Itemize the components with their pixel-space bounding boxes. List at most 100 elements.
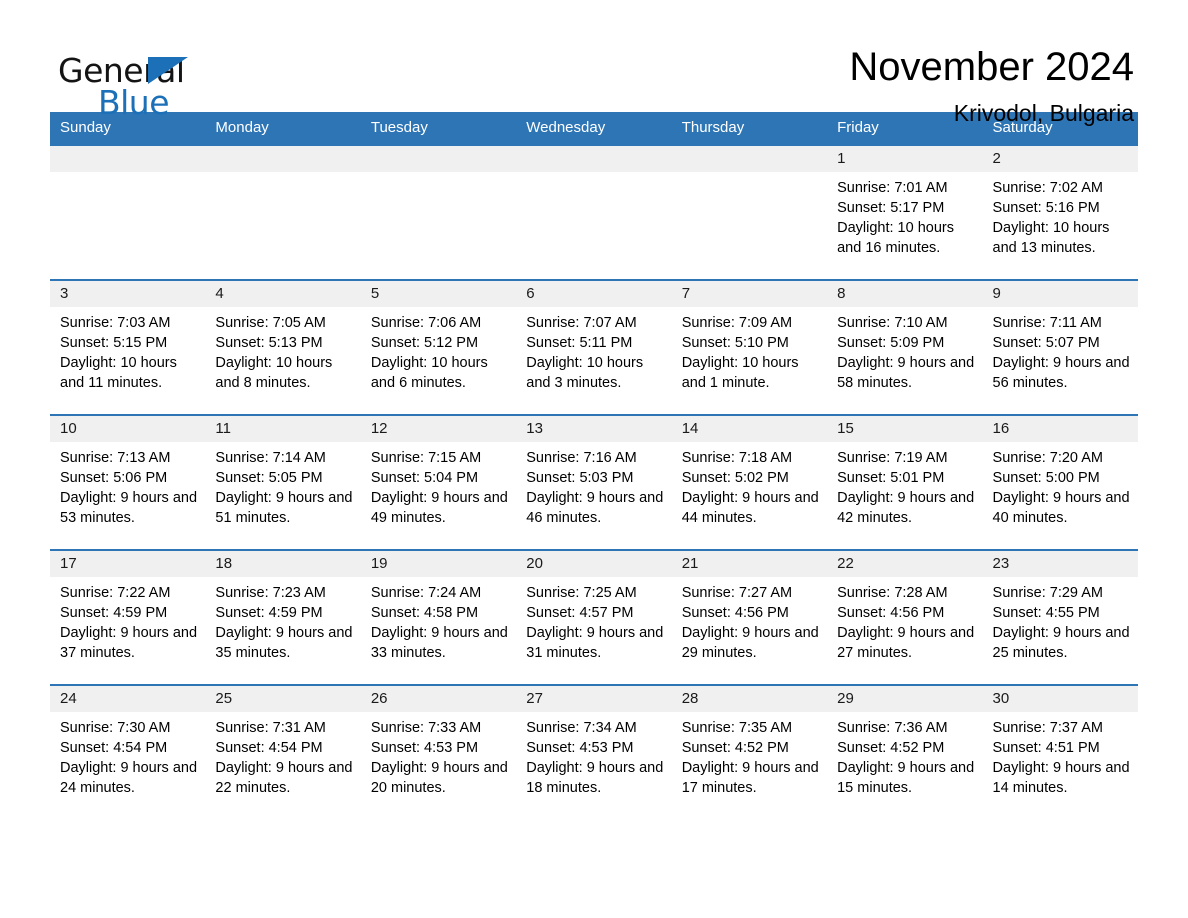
daylight-text: Daylight: 9 hours and 56 minutes. xyxy=(992,355,1130,391)
day-number: 21 xyxy=(671,551,828,577)
day-number: 14 xyxy=(671,416,828,442)
sunrise-text: Sunrise: 7:01 AM xyxy=(837,180,948,196)
daylight-text: Daylight: 9 hours and 15 minutes. xyxy=(837,760,975,796)
sunset-text: Sunset: 5:13 PM xyxy=(215,335,323,351)
sunset-text: Sunset: 5:10 PM xyxy=(681,335,789,351)
day-number xyxy=(205,146,361,172)
sunrise-text: Sunrise: 7:24 AM xyxy=(370,585,482,601)
day-details: Sunrise: 7:18 AM Sunset: 5:02 PM Daylight:… xyxy=(672,442,827,528)
day-number: 5 xyxy=(360,281,517,307)
calendar-day-cell[interactable]: 16 Sunrise: 7:20 AM Sunset: 5:00 PM Dayligh… xyxy=(982,414,1138,550)
daylight-text: Daylight: 10 hours and 13 minutes. xyxy=(992,220,1110,256)
sunrise-text: Sunrise: 7:07 AM xyxy=(526,315,637,331)
calendar-week-row: 3 Sunrise: 7:03 AM Sunset: 5:15 PM Daylight… xyxy=(50,279,1138,415)
day-details: Sunrise: 7:06 AM Sunset: 5:12 PM Daylight:… xyxy=(361,307,516,393)
day-number: 23 xyxy=(982,551,1138,577)
daylight-text: Daylight: 9 hours and 27 minutes. xyxy=(837,625,975,661)
calendar-day-cell[interactable]: 9 Sunrise: 7:11 AM Sunset: 5:07 PM Daylight… xyxy=(982,279,1138,415)
calendar-day-cell[interactable]: 5 Sunrise: 7:06 AM Sunset: 5:12 PM Daylight… xyxy=(360,279,517,415)
daylight-text: Daylight: 9 hours and 33 minutes. xyxy=(370,625,508,661)
calendar-day-cell[interactable]: 25 Sunrise: 7:31 AM Sunset: 4:54 PM Dayligh… xyxy=(205,684,361,819)
daylight-text: Daylight: 10 hours and 11 minutes. xyxy=(60,355,177,391)
sunrise-text: Sunrise: 7:36 AM xyxy=(837,720,948,736)
day-details: Sunrise: 7:13 AM Sunset: 5:06 PM Daylight:… xyxy=(50,442,205,528)
calendar-day-cell[interactable]: 28 Sunrise: 7:35 AM Sunset: 4:52 PM Dayligh… xyxy=(671,684,828,819)
sunset-text: Sunset: 5:09 PM xyxy=(837,335,945,351)
calendar-day-cell[interactable]: 15 Sunrise: 7:19 AM Sunset: 5:01 PM Dayligh… xyxy=(827,414,983,550)
daylight-text: Daylight: 9 hours and 58 minutes. xyxy=(837,355,975,391)
day-cell-content: 21 Sunrise: 7:27 AM Sunset: 4:56 PM Dayligh… xyxy=(671,551,828,684)
day-number: 9 xyxy=(982,281,1138,307)
calendar-day-cell[interactable]: 24 Sunrise: 7:30 AM Sunset: 4:54 PM Dayligh… xyxy=(50,684,206,819)
sunset-text: Sunset: 4:57 PM xyxy=(526,605,634,621)
calendar-day-cell[interactable]: 1 Sunrise: 7:01 AM Sunset: 5:17 PM Daylight… xyxy=(827,144,983,280)
calendar-day-cell[interactable] xyxy=(516,144,672,280)
calendar-day-cell[interactable]: 29 Sunrise: 7:36 AM Sunset: 4:52 PM Dayligh… xyxy=(827,684,983,819)
day-cell-content: 15 Sunrise: 7:19 AM Sunset: 5:01 PM Dayligh… xyxy=(827,416,983,549)
sunrise-text: Sunrise: 7:10 AM xyxy=(837,315,948,331)
calendar-day-cell[interactable]: 2 Sunrise: 7:02 AM Sunset: 5:16 PM Daylight… xyxy=(982,144,1138,280)
calendar-day-cell[interactable]: 6 Sunrise: 7:07 AM Sunset: 5:11 PM Daylight… xyxy=(516,279,672,415)
day-details: Sunrise: 7:37 AM Sunset: 4:51 PM Daylight:… xyxy=(983,712,1138,798)
calendar-day-cell[interactable]: 20 Sunrise: 7:25 AM Sunset: 4:57 PM Dayligh… xyxy=(516,549,672,685)
calendar-day-cell[interactable]: 10 Sunrise: 7:13 AM Sunset: 5:06 PM Dayligh… xyxy=(50,414,206,550)
day-details: Sunrise: 7:10 AM Sunset: 5:09 PM Daylight:… xyxy=(827,307,982,393)
weekday-header-thursday: Thursday xyxy=(671,112,828,145)
calendar-day-cell[interactable]: 22 Sunrise: 7:28 AM Sunset: 4:56 PM Dayligh… xyxy=(827,549,983,685)
calendar-day-cell[interactable]: 21 Sunrise: 7:27 AM Sunset: 4:56 PM Dayligh… xyxy=(671,549,828,685)
day-details: Sunrise: 7:20 AM Sunset: 5:00 PM Daylight:… xyxy=(983,442,1138,528)
calendar-day-cell[interactable]: 12 Sunrise: 7:15 AM Sunset: 5:04 PM Dayligh… xyxy=(360,414,517,550)
calendar-day-cell[interactable] xyxy=(50,144,206,280)
day-number: 18 xyxy=(205,551,361,577)
daylight-text: Daylight: 10 hours and 1 minute. xyxy=(681,355,799,391)
day-number xyxy=(360,146,517,172)
daylight-text: Daylight: 9 hours and 37 minutes. xyxy=(60,625,198,661)
sunrise-text: Sunrise: 7:23 AM xyxy=(215,585,326,601)
sunset-text: Sunset: 4:53 PM xyxy=(370,740,479,756)
day-cell-content: 8 Sunrise: 7:10 AM Sunset: 5:09 PM Daylight… xyxy=(827,281,983,414)
sunset-text: Sunset: 5:02 PM xyxy=(681,470,789,486)
calendar-day-cell[interactable]: 11 Sunrise: 7:14 AM Sunset: 5:05 PM Dayligh… xyxy=(205,414,361,550)
day-number: 3 xyxy=(50,281,206,307)
day-details: Sunrise: 7:28 AM Sunset: 4:56 PM Daylight:… xyxy=(827,577,982,663)
sunset-text: Sunset: 4:53 PM xyxy=(526,740,634,756)
sunset-text: Sunset: 5:05 PM xyxy=(215,470,323,486)
calendar-day-cell[interactable]: 30 Sunrise: 7:37 AM Sunset: 4:51 PM Dayligh… xyxy=(982,684,1138,819)
sunrise-text: Sunrise: 7:11 AM xyxy=(992,315,1102,331)
calendar-day-cell[interactable]: 23 Sunrise: 7:29 AM Sunset: 4:55 PM Dayligh… xyxy=(982,549,1138,685)
calendar-day-cell[interactable]: 27 Sunrise: 7:34 AM Sunset: 4:53 PM Dayligh… xyxy=(516,684,672,819)
calendar-day-cell[interactable]: 19 Sunrise: 7:24 AM Sunset: 4:58 PM Dayligh… xyxy=(360,549,517,685)
daylight-text: Daylight: 10 hours and 6 minutes. xyxy=(370,355,488,391)
day-cell-content: 10 Sunrise: 7:13 AM Sunset: 5:06 PM Dayligh… xyxy=(50,416,206,549)
calendar-day-cell[interactable] xyxy=(205,144,361,280)
sunset-text: Sunset: 5:11 PM xyxy=(526,335,633,351)
calendar-day-cell[interactable]: 3 Sunrise: 7:03 AM Sunset: 5:15 PM Daylight… xyxy=(50,279,206,415)
day-details: Sunrise: 7:33 AM Sunset: 4:53 PM Daylight:… xyxy=(361,712,516,798)
calendar-day-cell[interactable]: 18 Sunrise: 7:23 AM Sunset: 4:59 PM Dayligh… xyxy=(205,549,361,685)
sunrise-text: Sunrise: 7:14 AM xyxy=(215,450,326,466)
sunrise-text: Sunrise: 7:09 AM xyxy=(681,315,793,331)
daylight-text: Daylight: 9 hours and 25 minutes. xyxy=(992,625,1130,661)
calendar-day-cell[interactable]: 4 Sunrise: 7:05 AM Sunset: 5:13 PM Daylight… xyxy=(205,279,361,415)
day-cell-content xyxy=(671,146,828,279)
calendar-day-cell[interactable]: 17 Sunrise: 7:22 AM Sunset: 4:59 PM Dayligh… xyxy=(50,549,206,685)
daylight-text: Daylight: 9 hours and 42 minutes. xyxy=(837,490,975,526)
day-number: 27 xyxy=(516,686,672,712)
calendar-day-cell[interactable]: 7 Sunrise: 7:09 AM Sunset: 5:10 PM Daylight… xyxy=(671,279,828,415)
page-header: General Blue November 2024 Krivodol, Bul… xyxy=(50,0,1138,126)
day-number: 1 xyxy=(827,146,983,172)
day-details: Sunrise: 7:34 AM Sunset: 4:53 PM Daylight:… xyxy=(516,712,671,798)
calendar-day-cell[interactable] xyxy=(671,144,828,280)
calendar-day-cell[interactable]: 26 Sunrise: 7:33 AM Sunset: 4:53 PM Dayligh… xyxy=(360,684,517,819)
sunset-text: Sunset: 4:55 PM xyxy=(992,605,1100,621)
calendar-day-cell[interactable]: 14 Sunrise: 7:18 AM Sunset: 5:02 PM Dayligh… xyxy=(671,414,828,550)
calendar-day-cell[interactable]: 8 Sunrise: 7:10 AM Sunset: 5:09 PM Daylight… xyxy=(827,279,983,415)
day-cell-content xyxy=(516,146,672,279)
calendar-day-cell[interactable] xyxy=(360,144,517,280)
sunrise-text: Sunrise: 7:34 AM xyxy=(526,720,637,736)
daylight-text: Daylight: 9 hours and 49 minutes. xyxy=(370,490,508,526)
calendar-day-cell[interactable]: 13 Sunrise: 7:16 AM Sunset: 5:03 PM Dayligh… xyxy=(516,414,672,550)
day-number: 22 xyxy=(827,551,983,577)
day-details: Sunrise: 7:09 AM Sunset: 5:10 PM Daylight:… xyxy=(672,307,827,393)
day-details: Sunrise: 7:07 AM Sunset: 5:11 PM Daylight:… xyxy=(516,307,671,393)
